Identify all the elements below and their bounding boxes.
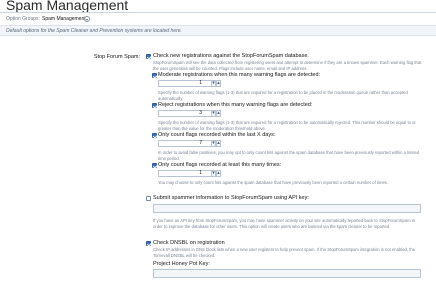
submit-api-checkbox[interactable]: [146, 196, 151, 201]
times-stepper[interactable]: 1 ▾ ▴: [158, 170, 221, 177]
times-checkbox[interactable]: [152, 163, 157, 168]
reject-value[interactable]: 3: [199, 110, 202, 117]
stop-forum-spam-label: Stop Forum Spam:: [93, 54, 140, 60]
last-days-checkbox[interactable]: [152, 133, 157, 138]
plus-icon[interactable]: ▴: [216, 170, 221, 177]
reject-stepper[interactable]: 3 ▾ ▴: [158, 110, 221, 117]
moderate-label: Moderate registrations when this many wa…: [158, 72, 321, 78]
dnsbl-desc: Check IP addresses in DNS block lists wh…: [153, 247, 416, 258]
options-form: Stop Forum Spam: Check new registrations…: [0, 37, 436, 300]
moderate-desc: Specify the number of warning flags (1-3…: [158, 90, 408, 101]
check-registrations-desc: StopForumSpam will see the data collecte…: [153, 60, 422, 71]
reject-desc: Specify the number of warning flags (1-3…: [158, 120, 416, 131]
api-key-input[interactable]: [153, 204, 421, 213]
check-registrations-label: Check new registrations against the Stop…: [153, 53, 309, 59]
dnsbl-checkbox[interactable]: [146, 241, 151, 246]
check-registrations-checkbox[interactable]: [146, 54, 151, 59]
last-days-desc: In order to avoid false positives, you m…: [158, 150, 420, 161]
plus-icon[interactable]: ▴: [216, 140, 221, 147]
option-groups-select[interactable]: Spam Management: [42, 16, 86, 22]
title-divider: [0, 12, 436, 13]
subtitle-bar: Default options for the Spam Cleaner and…: [0, 25, 436, 36]
last-days-value[interactable]: 7: [199, 140, 202, 147]
moderate-value[interactable]: 1: [199, 80, 202, 87]
dnsbl-label: Check DNSBL on registration: [153, 240, 225, 246]
times-desc: You may choose to only count hits agains…: [158, 180, 389, 185]
page-header: Spam Management Option Groups: Spam Mana…: [0, 0, 436, 37]
submit-api-desc: If you have an API key from StopForumSpa…: [153, 218, 416, 229]
times-label: Only count flags recorded at least this …: [158, 162, 282, 168]
last-days-stepper[interactable]: 7 ▾ ▴: [158, 140, 221, 147]
honey-pot-label: Project Honey Pot Key:: [153, 261, 210, 267]
plus-icon[interactable]: ▴: [216, 80, 221, 87]
honey-pot-input[interactable]: [153, 269, 421, 278]
page-subtitle: Default options for the Spam Cleaner and…: [6, 28, 182, 34]
moderate-checkbox[interactable]: [152, 73, 157, 78]
plus-icon[interactable]: ▴: [216, 110, 221, 117]
reject-checkbox[interactable]: [152, 103, 157, 108]
submit-api-label: Submit spammer information to StopForumS…: [153, 195, 309, 201]
moderate-stepper[interactable]: 1 ▾ ▴: [158, 80, 221, 87]
last-days-label: Only count flags recorded within the las…: [158, 132, 276, 138]
option-groups-label: Option Groups:: [6, 16, 40, 22]
times-value[interactable]: 1: [199, 170, 202, 177]
reject-label: Reject registrations when this many warn…: [158, 102, 313, 108]
chevron-down-icon[interactable]: ▾: [84, 15, 90, 22]
